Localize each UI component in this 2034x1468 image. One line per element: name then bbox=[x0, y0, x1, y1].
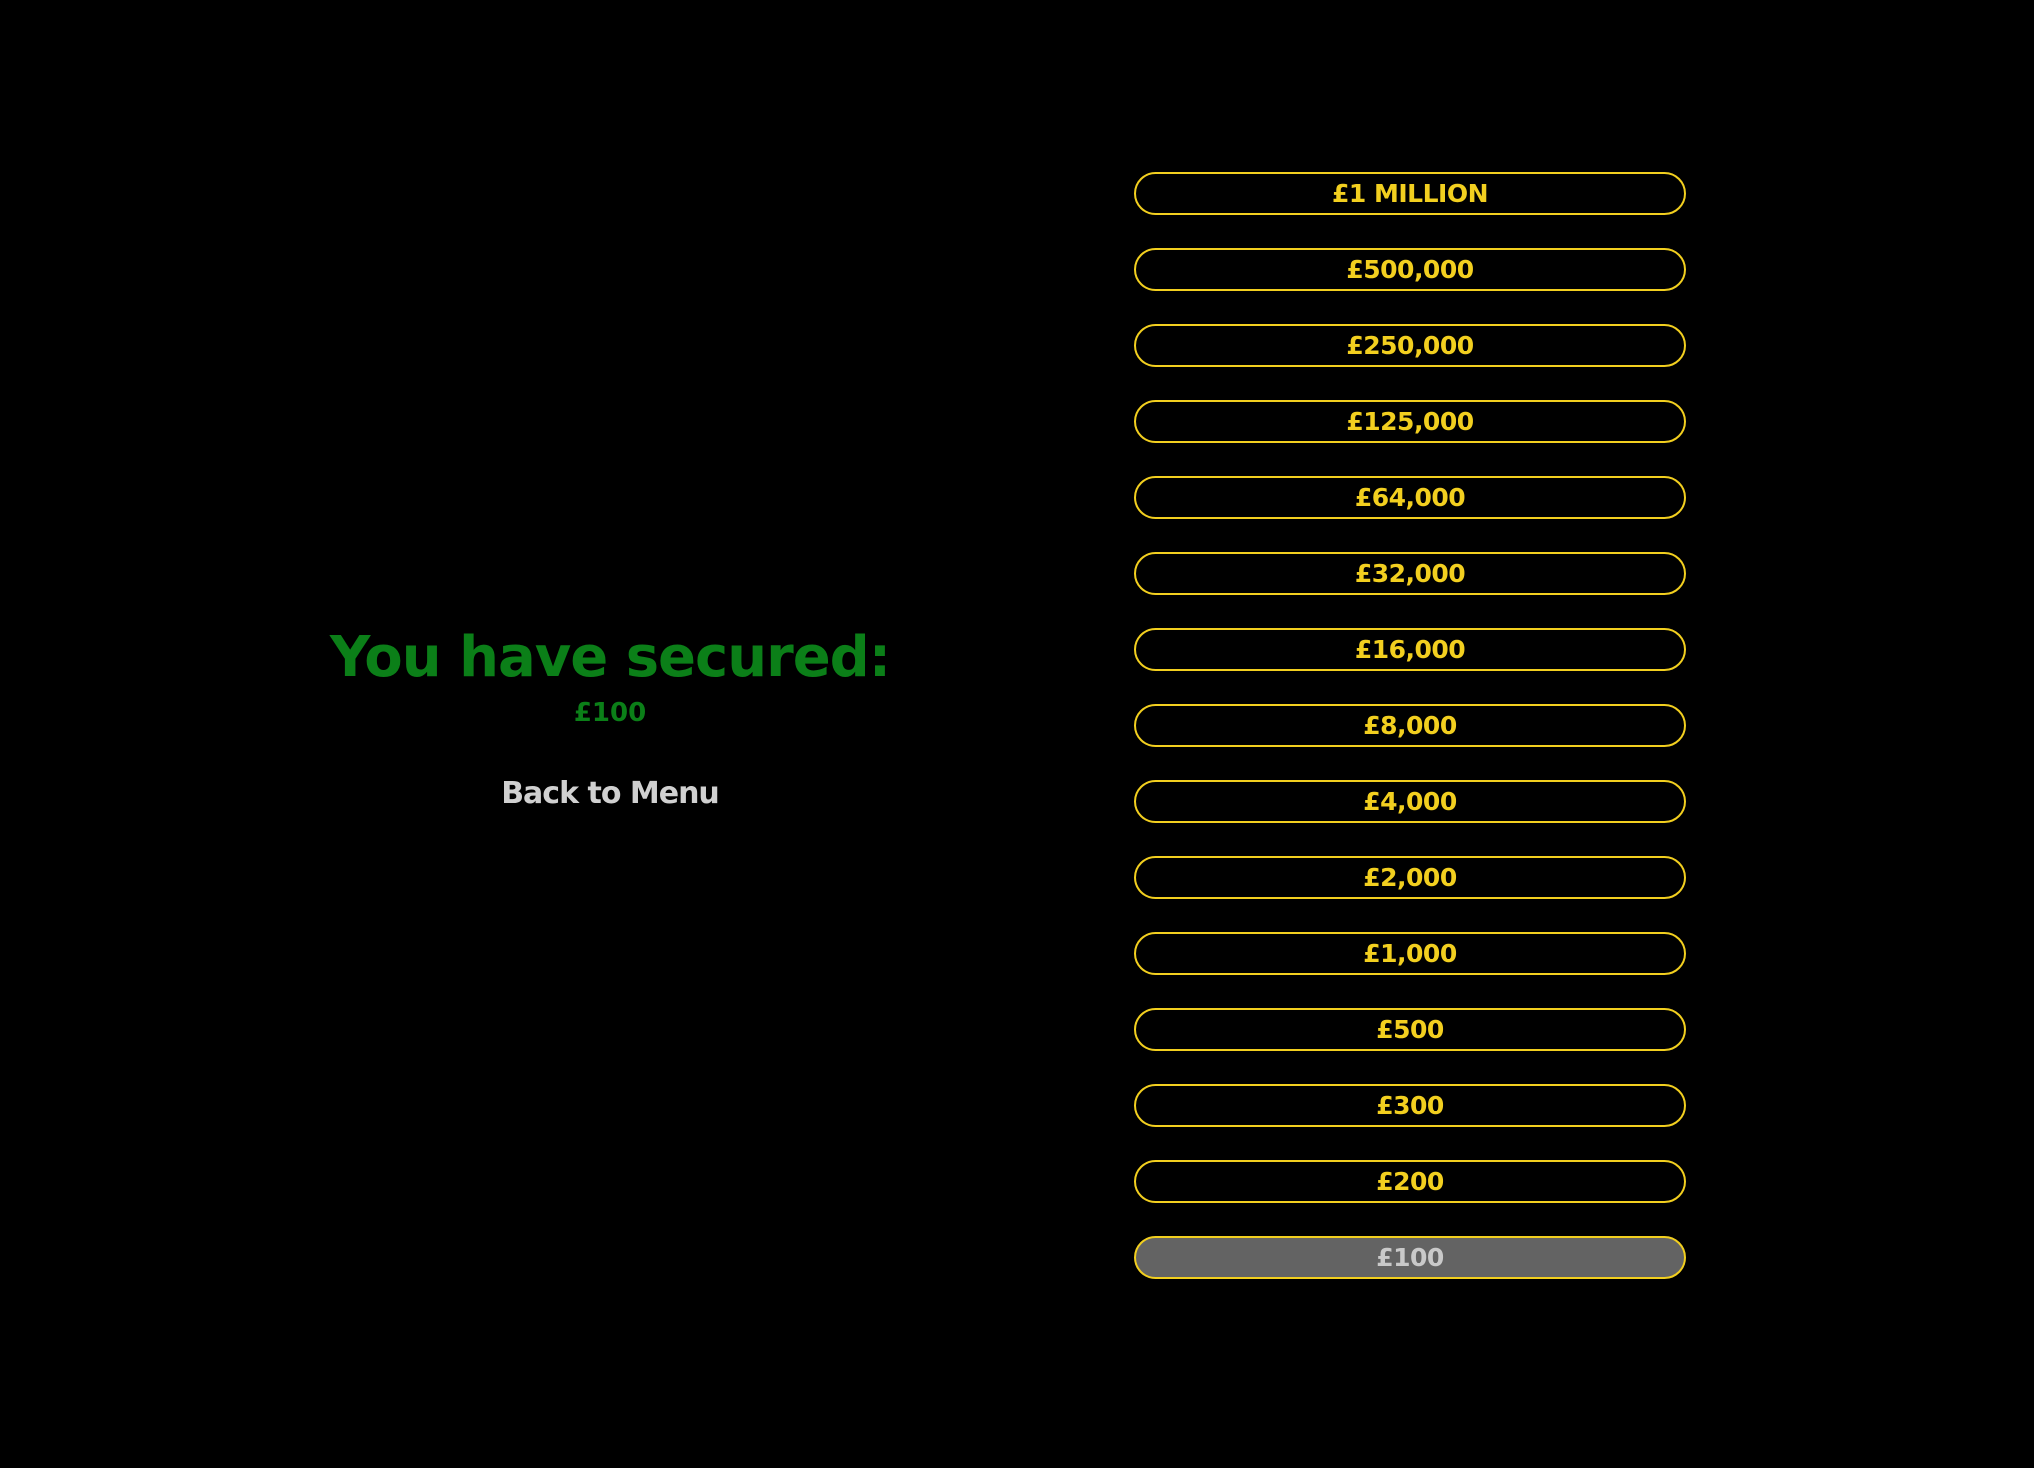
prize-ladder-item: £2,000 bbox=[1134, 856, 1686, 899]
prize-ladder-item: £250,000 bbox=[1134, 324, 1686, 367]
prize-ladder-item: £8,000 bbox=[1134, 704, 1686, 747]
prize-ladder-item: £500,000 bbox=[1134, 248, 1686, 291]
prize-ladder-item: £16,000 bbox=[1134, 628, 1686, 671]
prize-ladder: £1 MILLION £500,000 £250,000 £125,000 £6… bbox=[1134, 172, 1686, 1312]
prize-ladder-item: £64,000 bbox=[1134, 476, 1686, 519]
prize-ladder-item: £32,000 bbox=[1134, 552, 1686, 595]
prize-ladder-item: £1 MILLION bbox=[1134, 172, 1686, 215]
prize-ladder-item: £1,000 bbox=[1134, 932, 1686, 975]
prize-ladder-item: £4,000 bbox=[1134, 780, 1686, 823]
result-panel: You have secured: £100 Back to Menu bbox=[220, 620, 1000, 811]
secured-amount: £100 bbox=[573, 698, 647, 728]
back-to-menu-button[interactable]: Back to Menu bbox=[501, 776, 720, 811]
prize-ladder-item: £300 bbox=[1134, 1084, 1686, 1127]
prize-ladder-item: £200 bbox=[1134, 1160, 1686, 1203]
secured-heading: You have secured: bbox=[329, 625, 891, 690]
prize-ladder-item: £500 bbox=[1134, 1008, 1686, 1051]
prize-ladder-item-current: £100 bbox=[1134, 1236, 1686, 1279]
prize-ladder-item: £125,000 bbox=[1134, 400, 1686, 443]
